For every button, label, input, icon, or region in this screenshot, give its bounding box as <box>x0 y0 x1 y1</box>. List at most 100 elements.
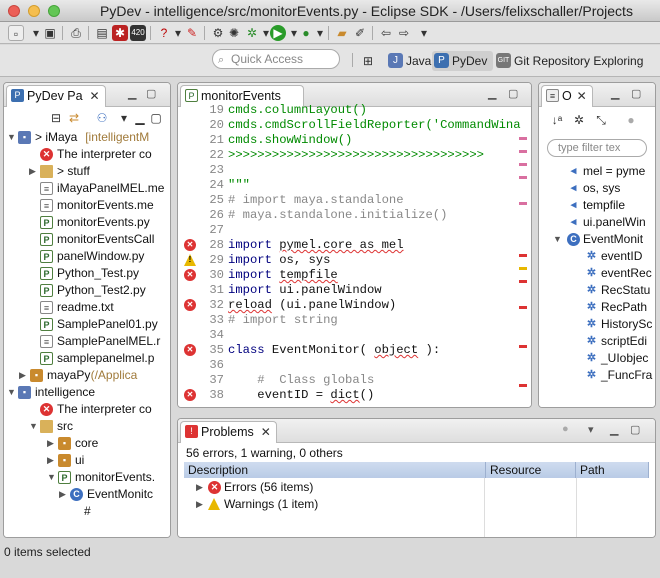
expand-icon[interactable]: ▶ <box>196 479 206 496</box>
code-line[interactable]: 20 cmds.cmdScrollFieldReporter('CommandWi… <box>178 118 531 133</box>
code-line[interactable]: 25 # import maya.standalone <box>178 193 531 208</box>
outline-item[interactable]: ✲ _UIobjec <box>539 350 655 367</box>
debug-icon[interactable]: ✱ <box>112 25 128 41</box>
column-path[interactable]: Path <box>576 462 649 478</box>
ruler-mark[interactable] <box>519 254 527 257</box>
explorer-item[interactable]: ▶ C EventMonitc <box>4 486 170 503</box>
minimize-icon[interactable]: ▁ <box>611 87 619 100</box>
explorer-item[interactable]: PpanelWindow.py <box>4 248 170 265</box>
warning-marker-icon[interactable]: ! <box>184 254 196 266</box>
outline-item[interactable]: ✲ scriptEdi <box>539 333 655 350</box>
code-line[interactable]: 27 <box>178 223 531 238</box>
close-window-button[interactable] <box>8 5 20 17</box>
outline-item[interactable]: ✲ eventID <box>539 248 655 265</box>
collapse-icon[interactable]: ▼ <box>47 469 57 486</box>
column-description[interactable]: Description <box>184 462 486 478</box>
code-line[interactable]: ✕ 30 import tempfile <box>178 268 531 283</box>
collapse-all-icon[interactable]: ⊟ <box>48 110 64 126</box>
code-line[interactable]: 22 >>>>>>>>>>>>>>>>>>>>>>>>>>>>>>>>>>> <box>178 148 531 163</box>
explorer-item[interactable]: ▶ ▪ ui <box>4 452 170 469</box>
perspective-pydev[interactable]: P PyDev <box>432 51 494 71</box>
error-marker-icon[interactable]: ✕ <box>184 344 196 356</box>
close-icon[interactable]: ✕ <box>90 86 100 106</box>
save-icon[interactable]: ▣ <box>42 25 58 41</box>
bug-icon[interactable]: ✺ <box>226 25 242 41</box>
explorer-item[interactable]: ≡ SamplePanelMEL.r <box>4 333 170 350</box>
terminal-icon[interactable]: ▤ <box>94 25 110 41</box>
code-line[interactable]: 33 # import string <box>178 313 531 328</box>
minimize-window-button[interactable] <box>28 5 40 17</box>
ruler-mark[interactable] <box>519 267 527 270</box>
error-marker-icon[interactable]: ✕ <box>184 389 196 401</box>
dropdown-icon[interactable]: ▾ <box>312 25 328 41</box>
minimize-icon[interactable]: ▁ <box>610 423 618 436</box>
code-line[interactable]: 26 # maya.standalone.initialize() <box>178 208 531 223</box>
explorer-item[interactable]: ▼ src <box>4 418 170 435</box>
print-icon[interactable]: ⎙ <box>68 25 84 41</box>
expand-icon[interactable]: ▶ <box>47 452 57 469</box>
code-line[interactable]: ✕ 32 reload (ui.panelWindow) <box>178 298 531 313</box>
explorer-item[interactable]: PmonitorEventsCall <box>4 231 170 248</box>
maximize-icon[interactable]: ▢ <box>630 423 640 436</box>
problems-group-errors[interactable]: ▶ ✕ Errors (56 items) <box>178 479 655 496</box>
ruler-mark[interactable] <box>519 280 527 283</box>
outline-item[interactable]: ✲ HistorySc <box>539 316 655 333</box>
minimize-icon[interactable]: ▁ <box>128 87 136 100</box>
code-line[interactable]: 31 import ui.panelWindow <box>178 283 531 298</box>
outline-item[interactable]: ▼ C EventMonit <box>539 231 655 248</box>
expand-icon[interactable]: ▶ <box>19 367 29 384</box>
explorer-item[interactable]: ≡ monitorEvents.me <box>4 197 170 214</box>
pin-icon[interactable]: ✎ <box>184 25 200 41</box>
outline-item[interactable]: ✲ eventRec <box>539 265 655 282</box>
collapse-icon[interactable]: ⤡ <box>593 112 609 128</box>
minimize-icon[interactable]: ▁ <box>132 110 148 126</box>
explorer-item[interactable]: # <box>4 503 170 520</box>
outline-item[interactable]: ◂ os, sys <box>539 180 655 197</box>
explorer-item[interactable]: Psamplepanelmel.p <box>4 350 170 367</box>
explorer-item[interactable]: ≡ iMayaPanelMEL.me <box>4 180 170 197</box>
explorer-item[interactable]: ▼ PmonitorEvents. <box>4 469 170 486</box>
code-line[interactable]: 24 """ <box>178 178 531 193</box>
tab-problems[interactable]: ! Problems ✕ <box>180 421 277 443</box>
code-line[interactable]: ✕ 38 eventID = dict() <box>178 388 531 403</box>
filter-icon[interactable]: ⚇ <box>94 110 110 126</box>
ruler-mark[interactable] <box>519 202 527 205</box>
column-resource[interactable]: Resource <box>486 462 576 478</box>
ruler-mark[interactable] <box>519 163 527 166</box>
explorer-item[interactable]: ▶ ▪ mayaPy (/Applica <box>4 367 170 384</box>
expand-icon[interactable]: ▶ <box>196 496 206 513</box>
run-icon[interactable]: ▶ <box>270 25 286 41</box>
quick-access-input[interactable]: ⌕ Quick Access <box>212 49 340 69</box>
maximize-icon[interactable]: ▢ <box>148 110 164 126</box>
forward-icon[interactable]: ⇨ <box>396 25 412 41</box>
collapse-icon[interactable]: ▼ <box>7 384 17 401</box>
explorer-item[interactable]: ≡ readme.txt <box>4 299 170 316</box>
new-icon[interactable]: ▫ <box>8 25 24 41</box>
open-perspective-icon[interactable]: ⊞ <box>360 53 376 69</box>
maximize-icon[interactable]: ▢ <box>631 87 641 100</box>
console-icon[interactable]: 420 <box>130 25 146 41</box>
explorer-item[interactable]: ▼ ▪ > iMaya [intelligentM <box>4 129 170 146</box>
explorer-item[interactable]: ▼ ▪ intelligence <box>4 384 170 401</box>
code-editor[interactable]: 19 cmds.columnLayout() 20 cmds.cmdScrollFie… <box>178 103 531 407</box>
outline-item[interactable]: ◂ ui.panelWin <box>539 214 655 231</box>
outline-item[interactable]: ◂ tempfile <box>539 197 655 214</box>
close-icon[interactable]: ✕ <box>261 422 271 442</box>
code-line[interactable]: 36 <box>178 358 531 373</box>
outline-item[interactable]: ✲ RecPath <box>539 299 655 316</box>
ruler-mark[interactable] <box>519 176 527 179</box>
problems-group-warnings[interactable]: ▶ Warnings (1 item) <box>178 496 655 513</box>
view-menu-icon[interactable]: ▾ <box>116 110 132 126</box>
link-editor-icon[interactable]: ⇄ <box>66 110 82 126</box>
explorer-item[interactable]: P Python_Test.py <box>4 265 170 282</box>
collapse-icon[interactable]: ▼ <box>553 231 563 248</box>
explorer-item[interactable]: P Python_Test2.py <box>4 282 170 299</box>
outline-filter-input[interactable]: type filter tex <box>547 139 647 157</box>
code-line[interactable]: ✕ 28 import pymel.core as mel <box>178 238 531 253</box>
perspective-git[interactable]: GIT Git Repository Exploring <box>494 51 643 71</box>
outline-item[interactable]: ◂ mel = pyme <box>539 163 655 180</box>
error-marker-icon[interactable]: ✕ <box>184 269 196 281</box>
maximize-icon[interactable]: ▢ <box>508 87 518 100</box>
overview-ruler[interactable] <box>519 137 527 403</box>
sort-icon[interactable]: ↓ᵃ <box>549 112 565 128</box>
